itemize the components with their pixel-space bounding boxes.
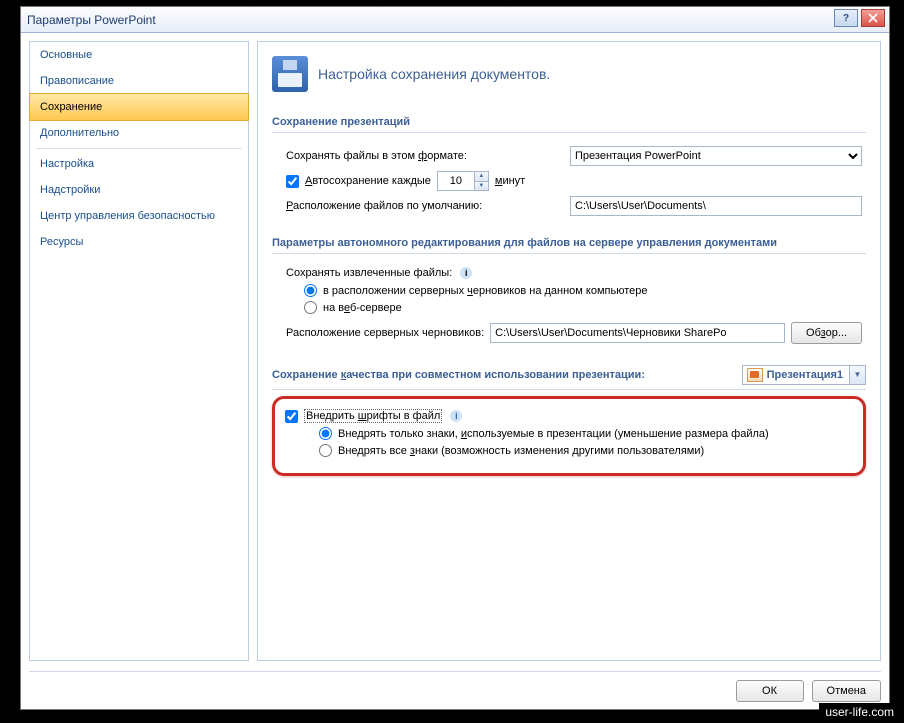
sidebar-item-general[interactable]: Основные <box>30 42 248 68</box>
close-button[interactable] <box>861 9 885 27</box>
radio-embed-used[interactable] <box>319 427 332 440</box>
format-label: Сохранять файлы в этом формате: <box>286 150 467 162</box>
embed-fonts-label: Внедрить шрифты в файл <box>304 409 442 423</box>
window-title: Параметры PowerPoint <box>27 13 156 27</box>
radio-embed-all[interactable] <box>319 444 332 457</box>
help-button[interactable] <box>834 9 858 27</box>
drafts-location-label: Расположение серверных черновиков: <box>286 327 484 339</box>
radio-web-server[interactable] <box>304 301 317 314</box>
ok-button[interactable]: ОК <box>736 680 804 702</box>
sidebar-item-addins[interactable]: Надстройки <box>30 177 248 203</box>
panel-heading: Настройка сохранения документов. <box>318 66 550 82</box>
main-panel: Настройка сохранения документов. Сохране… <box>257 41 881 661</box>
sidebar-item-customize[interactable]: Настройка <box>30 151 248 177</box>
sidebar-item-advanced[interactable]: Дополнительно <box>30 120 248 146</box>
embed-fonts-checkbox[interactable] <box>285 410 298 423</box>
section-quality-sharing: Сохранение качества при совместном испол… <box>272 359 866 390</box>
radio-local-drafts[interactable] <box>304 284 317 297</box>
autosave-unit: минут <box>495 175 525 187</box>
radio-web-server-label: на веб-сервере <box>323 302 402 314</box>
autosave-checkbox[interactable] <box>286 175 299 188</box>
presentation-icon <box>747 368 763 382</box>
save-icon <box>272 56 308 92</box>
sidebar-separator <box>36 148 242 149</box>
watermark: user-life.com <box>819 703 900 721</box>
titlebar: Параметры PowerPoint <box>21 7 889 33</box>
highlight-box: Внедрить шрифты в файл i Внедрять только … <box>272 396 866 476</box>
sidebar-item-trust[interactable]: Центр управления безопасностью <box>30 203 248 229</box>
autosave-label: Автосохранение каждые <box>305 175 431 187</box>
default-location-label: Расположение файлов по умолчанию: <box>286 200 482 212</box>
info-icon[interactable]: i <box>450 410 462 422</box>
spinner-up[interactable]: ▲ <box>474 172 488 181</box>
spinner-down[interactable]: ▼ <box>474 181 488 190</box>
sidebar-item-save[interactable]: Сохранение <box>29 93 249 121</box>
radio-embed-used-label: Внедрять только знаки, используемые в пр… <box>338 428 769 440</box>
presentation-selector[interactable]: Презентация1 ▼ <box>742 365 866 385</box>
info-icon[interactable]: i <box>460 267 472 279</box>
presentation-name: Презентация1 <box>767 369 849 381</box>
cancel-button[interactable]: Отмена <box>812 680 881 702</box>
sidebar-item-resources[interactable]: Ресурсы <box>30 229 248 255</box>
category-sidebar: Основные Правописание Сохранение Дополни… <box>29 41 249 661</box>
default-location-input[interactable] <box>570 196 862 216</box>
chevron-down-icon[interactable]: ▼ <box>849 366 865 384</box>
dialog-window: Параметры PowerPoint Основные Правописан… <box>20 6 890 710</box>
save-extracted-label: Сохранять извлеченные файлы: <box>286 267 452 279</box>
dialog-footer: ОК Отмена <box>29 671 881 703</box>
autosave-spinner[interactable]: ▲▼ <box>437 171 489 191</box>
drafts-location-input[interactable] <box>490 323 785 343</box>
radio-local-drafts-label: в расположении серверных черновиков на д… <box>323 285 648 297</box>
autosave-value[interactable] <box>438 172 474 190</box>
section-offline-editing: Параметры автономного редактирования для… <box>272 231 866 254</box>
sidebar-item-proofing[interactable]: Правописание <box>30 68 248 94</box>
radio-embed-all-label: Внедрять все знаки (возможность изменени… <box>338 445 704 457</box>
section-quality-label: Сохранение качества при совместном испол… <box>272 369 645 381</box>
section-save-presentations: Сохранение презентаций <box>272 110 866 133</box>
format-select[interactable]: Презентация PowerPoint <box>570 146 862 166</box>
browse-button[interactable]: Обзор... <box>791 322 862 344</box>
